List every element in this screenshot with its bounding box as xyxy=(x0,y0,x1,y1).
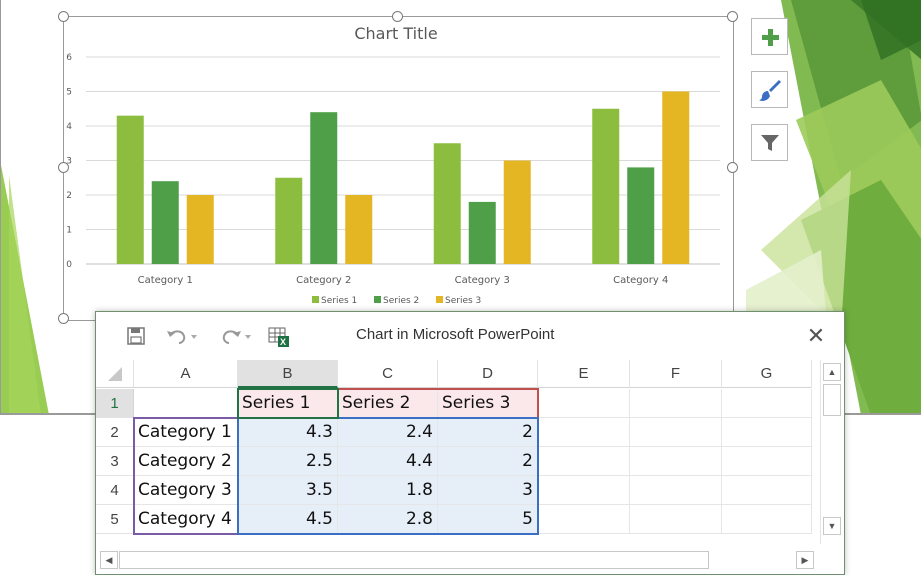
column-header[interactable]: D xyxy=(438,360,538,388)
resize-handle-top-center[interactable] xyxy=(392,11,403,22)
table-cell[interactable]: 2.8 xyxy=(338,505,438,534)
resize-handle-middle-right[interactable] xyxy=(727,162,738,173)
vertical-scroll-thumb[interactable] xyxy=(823,384,841,416)
row-header[interactable]: 4 xyxy=(96,476,134,505)
column-header[interactable]: E xyxy=(538,360,630,388)
table-cell[interactable]: Category 3 xyxy=(134,476,238,505)
vertical-scrollbar[interactable]: ▲ ▼ xyxy=(820,360,843,544)
table-cell[interactable]: 2.4 xyxy=(338,418,438,447)
chart-selection-frame[interactable] xyxy=(63,16,734,321)
table-cell[interactable]: 4.5 xyxy=(238,505,338,534)
svg-text:X: X xyxy=(280,337,286,347)
column-header[interactable]: A xyxy=(134,360,238,388)
table-cell[interactable] xyxy=(538,476,630,505)
table-cell[interactable] xyxy=(630,505,722,534)
table-cell[interactable] xyxy=(538,389,630,418)
table-cell[interactable]: 1.8 xyxy=(338,476,438,505)
filter-icon xyxy=(760,134,779,151)
column-header[interactable]: F xyxy=(630,360,722,388)
table-cell[interactable] xyxy=(538,447,630,476)
table-cell[interactable] xyxy=(630,389,722,418)
table-cell[interactable] xyxy=(630,476,722,505)
table-cell[interactable]: Series 1 xyxy=(238,389,338,418)
table-cell[interactable]: 4.3 xyxy=(238,418,338,447)
chart-filters-button[interactable] xyxy=(751,124,788,161)
table-cell[interactable] xyxy=(630,447,722,476)
scroll-right-arrow-icon[interactable]: ▶ xyxy=(796,551,814,569)
window-titlebar[interactable]: X Chart in Microsoft PowerPoint ✕ xyxy=(96,312,844,360)
chart-elements-button[interactable] xyxy=(751,18,788,55)
chart-data-window[interactable]: X Chart in Microsoft PowerPoint ✕ ABCDEF… xyxy=(95,311,845,575)
table-cell[interactable]: 2 xyxy=(438,447,538,476)
table-cell[interactable] xyxy=(722,389,812,418)
table-cell[interactable] xyxy=(630,418,722,447)
table-cell[interactable] xyxy=(722,418,812,447)
close-button[interactable]: ✕ xyxy=(802,322,830,350)
scroll-left-arrow-icon[interactable]: ◀ xyxy=(100,551,118,569)
table-cell[interactable] xyxy=(134,389,238,418)
table-cell[interactable]: Category 4 xyxy=(134,505,238,534)
table-cell[interactable]: Category 2 xyxy=(134,447,238,476)
select-all-corner[interactable] xyxy=(96,360,134,388)
table-cell[interactable] xyxy=(538,505,630,534)
column-header[interactable]: G xyxy=(722,360,812,388)
table-cell[interactable]: Series 2 xyxy=(338,389,438,418)
table-cell[interactable]: 5 xyxy=(438,505,538,534)
table-cell[interactable]: 4.4 xyxy=(338,447,438,476)
horizontal-scrollbar[interactable]: ◀ ▶ xyxy=(100,550,818,570)
table-cell[interactable] xyxy=(722,476,812,505)
row-header[interactable]: 1 xyxy=(96,389,134,418)
row-header[interactable]: 3 xyxy=(96,447,134,476)
column-header[interactable]: B xyxy=(238,360,338,388)
edit-data-excel-icon[interactable]: X xyxy=(268,326,290,348)
table-cell[interactable]: Category 1 xyxy=(134,418,238,447)
resize-handle-top-left[interactable] xyxy=(58,11,69,22)
table-cell[interactable]: 2.5 xyxy=(238,447,338,476)
table-cell[interactable] xyxy=(722,505,812,534)
scroll-down-arrow-icon[interactable]: ▼ xyxy=(823,517,841,535)
table-cell[interactable]: 3.5 xyxy=(238,476,338,505)
resize-handle-bottom-left[interactable] xyxy=(58,313,69,324)
scroll-up-arrow-icon[interactable]: ▲ xyxy=(823,363,841,381)
save-icon[interactable] xyxy=(126,326,146,346)
column-header[interactable]: C xyxy=(338,360,438,388)
resize-handle-middle-left[interactable] xyxy=(58,162,69,173)
table-cell[interactable] xyxy=(538,418,630,447)
horizontal-scroll-thumb[interactable] xyxy=(119,551,709,569)
redo-icon[interactable] xyxy=(218,326,252,346)
table-cell[interactable]: 2 xyxy=(438,418,538,447)
undo-icon[interactable] xyxy=(164,326,198,346)
row-header[interactable]: 2 xyxy=(96,418,134,447)
row-header[interactable]: 5 xyxy=(96,505,134,534)
table-cell[interactable] xyxy=(722,447,812,476)
chart-styles-button[interactable] xyxy=(751,71,788,108)
window-title: Chart in Microsoft PowerPoint xyxy=(356,326,555,343)
resize-handle-top-right[interactable] xyxy=(727,11,738,22)
plus-icon xyxy=(761,28,779,46)
table-cell[interactable]: 3 xyxy=(438,476,538,505)
brush-icon xyxy=(758,79,781,101)
table-cell[interactable]: Series 3 xyxy=(438,389,538,418)
